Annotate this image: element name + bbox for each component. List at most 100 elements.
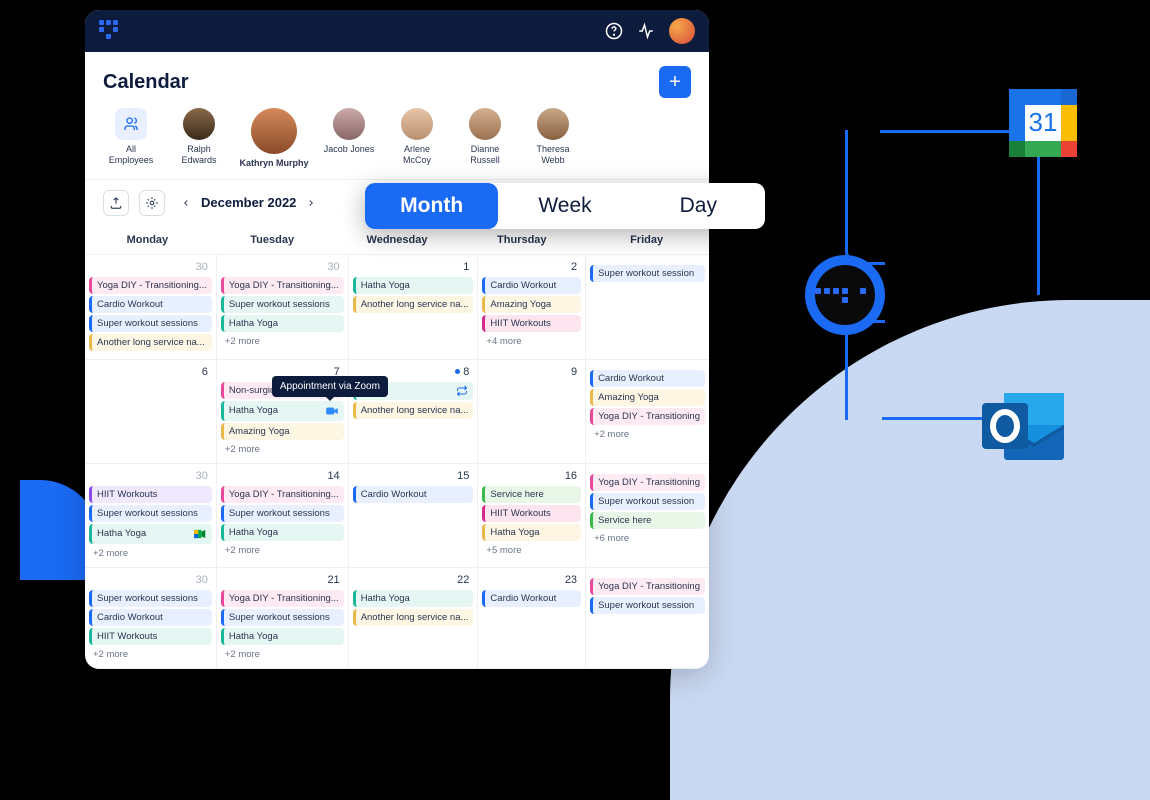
- event-chip[interactable]: Hatha Yoga: [221, 315, 344, 332]
- day-cell[interactable]: 9: [478, 360, 586, 464]
- day-cell[interactable]: 22Hatha YogaAnother long service na...: [349, 568, 479, 669]
- more-events-link[interactable]: +2 more: [89, 546, 212, 561]
- view-month[interactable]: Month: [365, 183, 498, 229]
- event-chip[interactable]: Cardio Workout: [89, 609, 212, 626]
- event-chip[interactable]: Yoga DIY - Transitioning: [590, 474, 705, 491]
- event-chip[interactable]: Hatha Yoga: [482, 524, 581, 541]
- day-cell[interactable]: 21Yoga DIY - Transitioning...Super worko…: [217, 568, 349, 669]
- app-logo-icon[interactable]: [99, 20, 121, 42]
- day-cell[interactable]: 30Yoga DIY - Transitioning...Super worko…: [217, 255, 349, 360]
- month-label[interactable]: December 2022: [201, 195, 296, 210]
- more-events-link[interactable]: +2 more: [221, 442, 344, 457]
- event-chip[interactable]: Amazing Yoga: [221, 423, 344, 440]
- event-chip[interactable]: Service here: [482, 486, 581, 503]
- person-2[interactable]: Kathryn Murphy: [239, 108, 309, 169]
- event-chip[interactable]: Super workout sessions: [89, 505, 212, 522]
- event-chip[interactable]: Cardio Workout: [482, 277, 581, 294]
- event-chip[interactable]: HIIT Workouts: [89, 628, 212, 645]
- event-chip[interactable]: Hatha Yoga: [89, 524, 212, 544]
- event-chip[interactable]: Cardio Workout: [353, 486, 474, 503]
- day-cell[interactable]: Yoga DIY - Transitioning Super workout se…: [586, 464, 709, 568]
- event-chip[interactable]: Service here: [590, 512, 705, 529]
- event-chip[interactable]: Yoga DIY - Transitioning...: [89, 277, 212, 294]
- view-day[interactable]: Day: [632, 183, 765, 229]
- export-button[interactable]: [103, 190, 129, 216]
- person-all[interactable]: All Employees: [103, 108, 159, 166]
- event-chip[interactable]: Super workout session: [590, 265, 705, 282]
- event-chip[interactable]: Yoga DIY - Transitioning: [590, 408, 705, 425]
- day-cell[interactable]: 16Service hereHIIT WorkoutsHatha Yoga+5 …: [478, 464, 586, 568]
- day-cell[interactable]: 14Yoga DIY - Transitioning...Super worko…: [217, 464, 349, 568]
- event-chip[interactable]: Another long service na...: [89, 334, 212, 351]
- event-chip[interactable]: Super workout sessions: [221, 296, 344, 313]
- more-events-link[interactable]: +2 more: [590, 427, 705, 442]
- person-6[interactable]: Theresa Webb: [525, 108, 581, 166]
- day-cell[interactable]: 1Hatha YogaAnother long service na...: [349, 255, 479, 360]
- event-chip[interactable]: Another long service na...: [353, 609, 474, 626]
- event-chip[interactable]: Cardio Workout: [590, 370, 705, 387]
- next-month-button[interactable]: [300, 192, 322, 214]
- activity-icon[interactable]: [637, 22, 655, 40]
- more-events-link[interactable]: +2 more: [221, 647, 344, 662]
- event-chip[interactable]: Super workout sessions: [89, 590, 212, 607]
- more-events-link[interactable]: +2 more: [89, 647, 212, 662]
- page-title: Calendar: [103, 71, 189, 94]
- bg-swoosh: [670, 300, 1150, 800]
- event-chip[interactable]: Another long service na...: [353, 402, 474, 419]
- day-cell[interactable]: 30HIIT WorkoutsSuper workout sessionsHat…: [85, 464, 217, 568]
- event-chip[interactable]: Yoga DIY - Transitioning...: [221, 486, 344, 503]
- event-chip[interactable]: Hatha Yoga: [353, 590, 474, 607]
- event-chip[interactable]: Super workout sessions: [221, 609, 344, 626]
- person-avatar: [333, 108, 365, 140]
- event-chip[interactable]: Non-surgicAppointment via Zoom: [221, 382, 344, 399]
- person-3[interactable]: Jacob Jones: [321, 108, 377, 155]
- more-events-link[interactable]: +5 more: [482, 543, 581, 558]
- event-chip[interactable]: Cardio Workout: [89, 296, 212, 313]
- event-chip[interactable]: Super workout session: [590, 493, 705, 510]
- person-5[interactable]: Dianne Russell: [457, 108, 513, 166]
- more-events-link[interactable]: +2 more: [221, 334, 344, 349]
- person-4[interactable]: Arlene McCoy: [389, 108, 445, 166]
- event-chip[interactable]: HIIT Workouts: [482, 505, 581, 522]
- view-week[interactable]: Week: [498, 183, 631, 229]
- event-chip[interactable]: Super workout sessions: [221, 505, 344, 522]
- event-chip[interactable]: Hatha Yoga: [353, 277, 474, 294]
- event-chip[interactable]: Amazing Yoga: [482, 296, 581, 313]
- day-cell[interactable]: 15Cardio Workout: [349, 464, 479, 568]
- event-chip[interactable]: HIIT Workouts: [482, 315, 581, 332]
- day-cell[interactable]: 6: [85, 360, 217, 464]
- event-chip[interactable]: Yoga DIY - Transitioning...: [221, 590, 344, 607]
- day-number: [590, 364, 705, 370]
- event-chip[interactable]: Hatha Yoga: [221, 401, 344, 421]
- event-chip[interactable]: Amazing Yoga: [590, 389, 705, 406]
- calendar-grid: MondayTuesdayWednesdayThursdayFriday 30Y…: [85, 226, 709, 669]
- day-number: 30: [89, 572, 212, 590]
- user-avatar[interactable]: [669, 18, 695, 44]
- outlook-icon: [980, 385, 1068, 469]
- prev-month-button[interactable]: [175, 192, 197, 214]
- settings-button[interactable]: [139, 190, 165, 216]
- event-chip[interactable]: Cardio Workout: [482, 590, 581, 607]
- event-chip[interactable]: Yoga DIY - Transitioning: [590, 578, 705, 595]
- add-button[interactable]: +: [659, 66, 691, 98]
- day-cell[interactable]: 7Non-surgicAppointment via ZoomHatha Yog…: [217, 360, 349, 464]
- day-cell[interactable]: Cardio Workout Amazing Yoga Yoga DIY - Tra…: [586, 360, 709, 464]
- event-chip[interactable]: HIIT Workouts: [89, 486, 212, 503]
- person-1[interactable]: Ralph Edwards: [171, 108, 227, 166]
- event-chip[interactable]: Another long service na...: [353, 296, 474, 313]
- more-events-link[interactable]: +6 more: [590, 531, 705, 546]
- day-cell[interactable]: Yoga DIY - Transitioning Super workout se…: [586, 568, 709, 669]
- event-chip[interactable]: Hatha Yoga: [221, 524, 344, 541]
- day-cell[interactable]: 30Super workout sessions Cardio Workout HI…: [85, 568, 217, 669]
- more-events-link[interactable]: +4 more: [482, 334, 581, 349]
- day-cell[interactable]: 23Cardio Workout: [478, 568, 586, 669]
- event-chip[interactable]: Hatha Yoga: [221, 628, 344, 645]
- event-chip[interactable]: Super workout session: [590, 597, 705, 614]
- more-events-link[interactable]: +2 more: [221, 543, 344, 558]
- event-chip[interactable]: Yoga DIY - Transitioning...: [221, 277, 344, 294]
- help-icon[interactable]: [605, 22, 623, 40]
- day-cell[interactable]: 2Cardio WorkoutAmazing YogaHIIT Workouts…: [478, 255, 586, 360]
- day-cell[interactable]: Super workout session: [586, 255, 709, 360]
- event-chip[interactable]: Super workout sessions: [89, 315, 212, 332]
- day-cell[interactable]: 30Yoga DIY - Transitioning...Cardio Work…: [85, 255, 217, 360]
